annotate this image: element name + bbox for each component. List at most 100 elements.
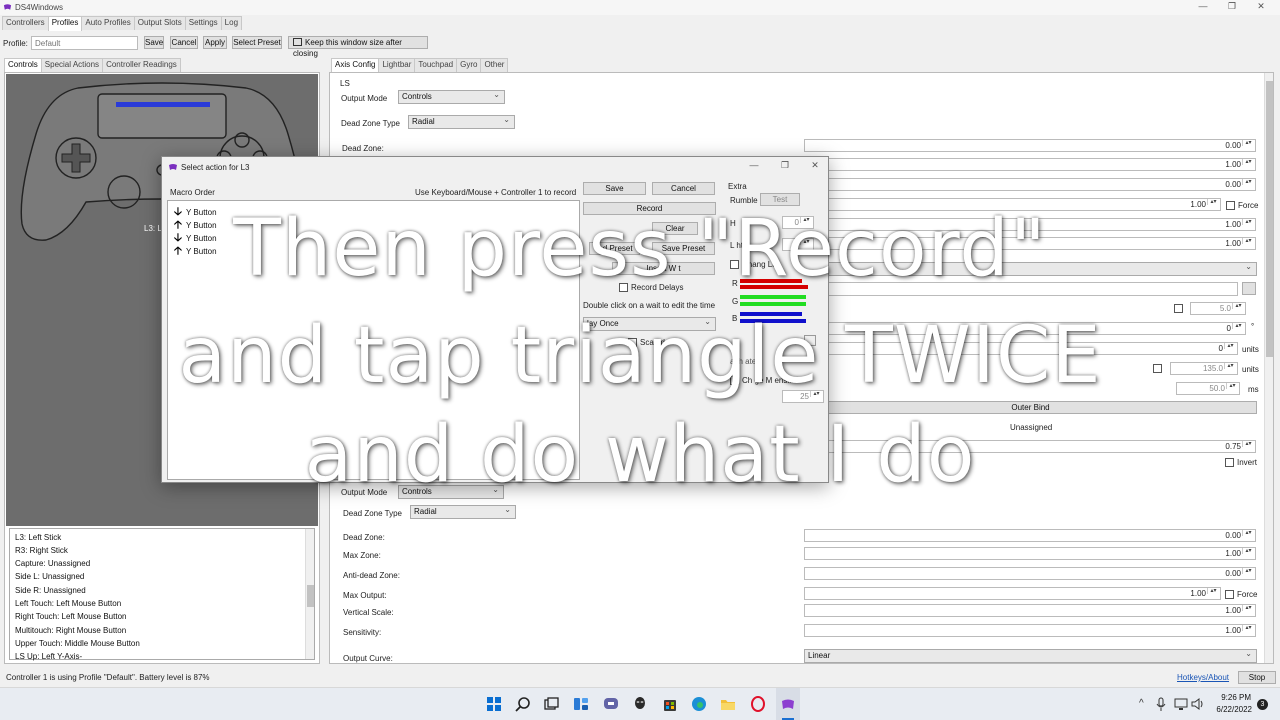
list-item[interactable]: Side L: Unassigned: [15, 572, 84, 581]
dialog-cancel-button[interactable]: Cancel: [652, 182, 715, 195]
teams-chat-icon[interactable]: [603, 696, 619, 712]
list-item[interactable]: Capture: Unassigned: [15, 559, 90, 568]
clock-time[interactable]: 9:26 PM: [1213, 693, 1251, 702]
dialog-minimize-button[interactable]: —: [747, 160, 761, 170]
rs-dead-zone-type-select[interactable]: Radial: [410, 504, 516, 519]
caption-line-2: and tap triangle TWICE: [178, 311, 1102, 401]
network-icon[interactable]: [1174, 696, 1188, 712]
select-preset-button[interactable]: Select Preset: [232, 36, 282, 49]
tab-controller-readings[interactable]: Controller Readings: [102, 58, 181, 72]
rs-vertical-scale-value[interactable]: 1.00: [804, 604, 1256, 617]
green-slider[interactable]: [740, 295, 806, 299]
taskbar: ^ 9:26 PM 6/22/2022 3: [0, 687, 1280, 720]
wait-hint-label: Double click on a wait to edit the time: [583, 301, 716, 310]
rs-dead-zone-type-label: Dead Zone Type: [343, 509, 403, 518]
ls-dead-zone-label: Dead Zone:: [342, 144, 384, 153]
dialog-maximize-button[interactable]: ❐: [778, 160, 792, 171]
task-view-icon[interactable]: [544, 696, 560, 712]
record-hint-label: Use Keyboard/Mouse + Controller 1 to rec…: [415, 188, 577, 197]
tab-controls[interactable]: Controls: [4, 58, 42, 73]
tab-axis-config[interactable]: Axis Config: [331, 58, 380, 73]
volume-icon[interactable]: [1191, 696, 1205, 712]
rs-anti-dead-zone-label: Anti-dead Zone:: [343, 571, 400, 580]
store-icon[interactable]: [662, 696, 678, 712]
restore-button[interactable]: ❐: [1225, 1, 1239, 12]
dialog-title: Select action for L3: [181, 163, 250, 172]
list-item[interactable]: Upper Touch: Middle Mouse Button: [15, 639, 140, 648]
hidden-icons-chevron[interactable]: ^: [1139, 698, 1144, 709]
list-item[interactable]: L3: Left Stick: [15, 533, 61, 542]
clock-date[interactable]: 6/22/2022: [1212, 705, 1252, 714]
tab-special-actions[interactable]: Special Actions: [40, 58, 104, 72]
ls-anti-dead-zone-value[interactable]: 0.00: [804, 178, 1256, 191]
tab-settings[interactable]: Settings: [184, 16, 222, 30]
alien-app-icon[interactable]: [632, 696, 648, 712]
tab-output-slots[interactable]: Output Slots: [133, 16, 186, 30]
binding-list[interactable]: L3: Left Stick R3: Right Stick Capture: …: [9, 528, 315, 661]
extra-label: Extra: [728, 182, 747, 191]
right-panel-tabs: Axis Config Lightbar Touchpad Gyro Other: [331, 58, 509, 73]
title-bar: DS4Windows — ❐ ✕: [0, 0, 1280, 15]
tab-other[interactable]: Other: [480, 58, 509, 72]
list-item[interactable]: Side R: Unassigned: [15, 586, 86, 595]
hotkeys-about-link[interactable]: Hotkeys/About: [1177, 673, 1229, 682]
caption-line-3: and do what I do: [304, 410, 976, 500]
keep-window-size-toggle[interactable]: Keep this window size after closing: [288, 36, 428, 58]
edge-browser-icon[interactable]: [691, 696, 707, 712]
ls-dead-zone-type-select[interactable]: Radial: [408, 114, 515, 129]
ls-dead-zone-value[interactable]: 0.00: [804, 139, 1256, 152]
tab-auto-profiles[interactable]: Auto Profiles: [81, 16, 135, 30]
stop-button[interactable]: Stop: [1238, 671, 1276, 684]
windows-start-icon[interactable]: [486, 696, 502, 712]
minimize-button[interactable]: —: [1196, 1, 1210, 11]
dialog-app-icon: [169, 164, 177, 170]
profile-name-input[interactable]: [31, 36, 138, 50]
list-item[interactable]: Right Touch: Left Mouse Button: [15, 612, 126, 621]
ls-output-mode-select[interactable]: Controls: [398, 89, 505, 104]
tab-log[interactable]: Log: [220, 16, 243, 30]
lightbar-icon: [116, 102, 210, 107]
ds4windows-taskbar-icon[interactable]: [780, 696, 796, 712]
keep-size-label: Keep this window size after closing: [293, 38, 402, 58]
tab-controllers[interactable]: Controllers: [2, 16, 49, 30]
close-button[interactable]: ✕: [1254, 1, 1268, 12]
dialog-save-button[interactable]: Save: [583, 182, 646, 195]
status-text: Controller 1 is using Profile "Default".…: [6, 673, 210, 682]
tab-gyro[interactable]: Gyro: [456, 58, 482, 72]
rs-dead-zone-label: Dead Zone:: [343, 533, 385, 542]
binding-list-scrollbar[interactable]: [305, 529, 314, 659]
rs-output-curve-select[interactable]: Linear: [804, 648, 1257, 663]
status-bar: Controller 1 is using Profile "Default".…: [0, 670, 1280, 687]
rs-max-output-label: Max Output:: [343, 591, 387, 600]
tab-lightbar[interactable]: Lightbar: [378, 58, 416, 72]
microphone-icon[interactable]: [1155, 696, 1167, 712]
list-item[interactable]: Left Touch: Left Mouse Button: [15, 599, 121, 608]
profile-apply-button[interactable]: Apply: [203, 36, 227, 49]
rs-max-zone-value[interactable]: 1.00: [804, 547, 1256, 560]
profile-save-button[interactable]: Save: [144, 36, 164, 49]
scrollbar-thumb[interactable]: [307, 585, 314, 607]
widgets-icon[interactable]: [573, 696, 589, 712]
rs-dead-zone-value[interactable]: 0.00: [804, 529, 1256, 542]
tab-touchpad[interactable]: Touchpad: [414, 58, 458, 72]
opera-browser-icon[interactable]: [750, 696, 766, 712]
list-item[interactable]: Multitouch: Right Mouse Button: [15, 626, 126, 635]
tab-profiles[interactable]: Profiles: [47, 16, 83, 31]
rs-anti-dead-zone-value[interactable]: 0.00: [804, 567, 1256, 580]
notification-badge[interactable]: 3: [1257, 699, 1268, 710]
search-icon[interactable]: [515, 696, 531, 712]
file-explorer-icon[interactable]: [720, 696, 736, 712]
rs-sensitivity-label: Sensitivity:: [343, 628, 382, 637]
green-slider-track: [740, 302, 806, 306]
dialog-close-button[interactable]: ✕: [808, 160, 822, 171]
profile-cancel-button[interactable]: Cancel: [170, 36, 198, 49]
rs-force-label: Force: [1237, 590, 1258, 599]
ls-max-zone-value[interactable]: 1.00: [804, 158, 1256, 171]
rs-max-output-value[interactable]: 1.00: [804, 587, 1221, 600]
list-item[interactable]: R3: Right Stick: [15, 546, 68, 555]
list-item[interactable]: LS Up: Left Y-Axis-: [15, 652, 82, 661]
profile-label: Profile:: [3, 39, 28, 48]
left-panel-tabs: Controls Special Actions Controller Read…: [4, 58, 181, 73]
rs-sensitivity-value[interactable]: 1.00: [804, 624, 1256, 637]
rs-force-checkbox[interactable]: [1225, 590, 1234, 599]
